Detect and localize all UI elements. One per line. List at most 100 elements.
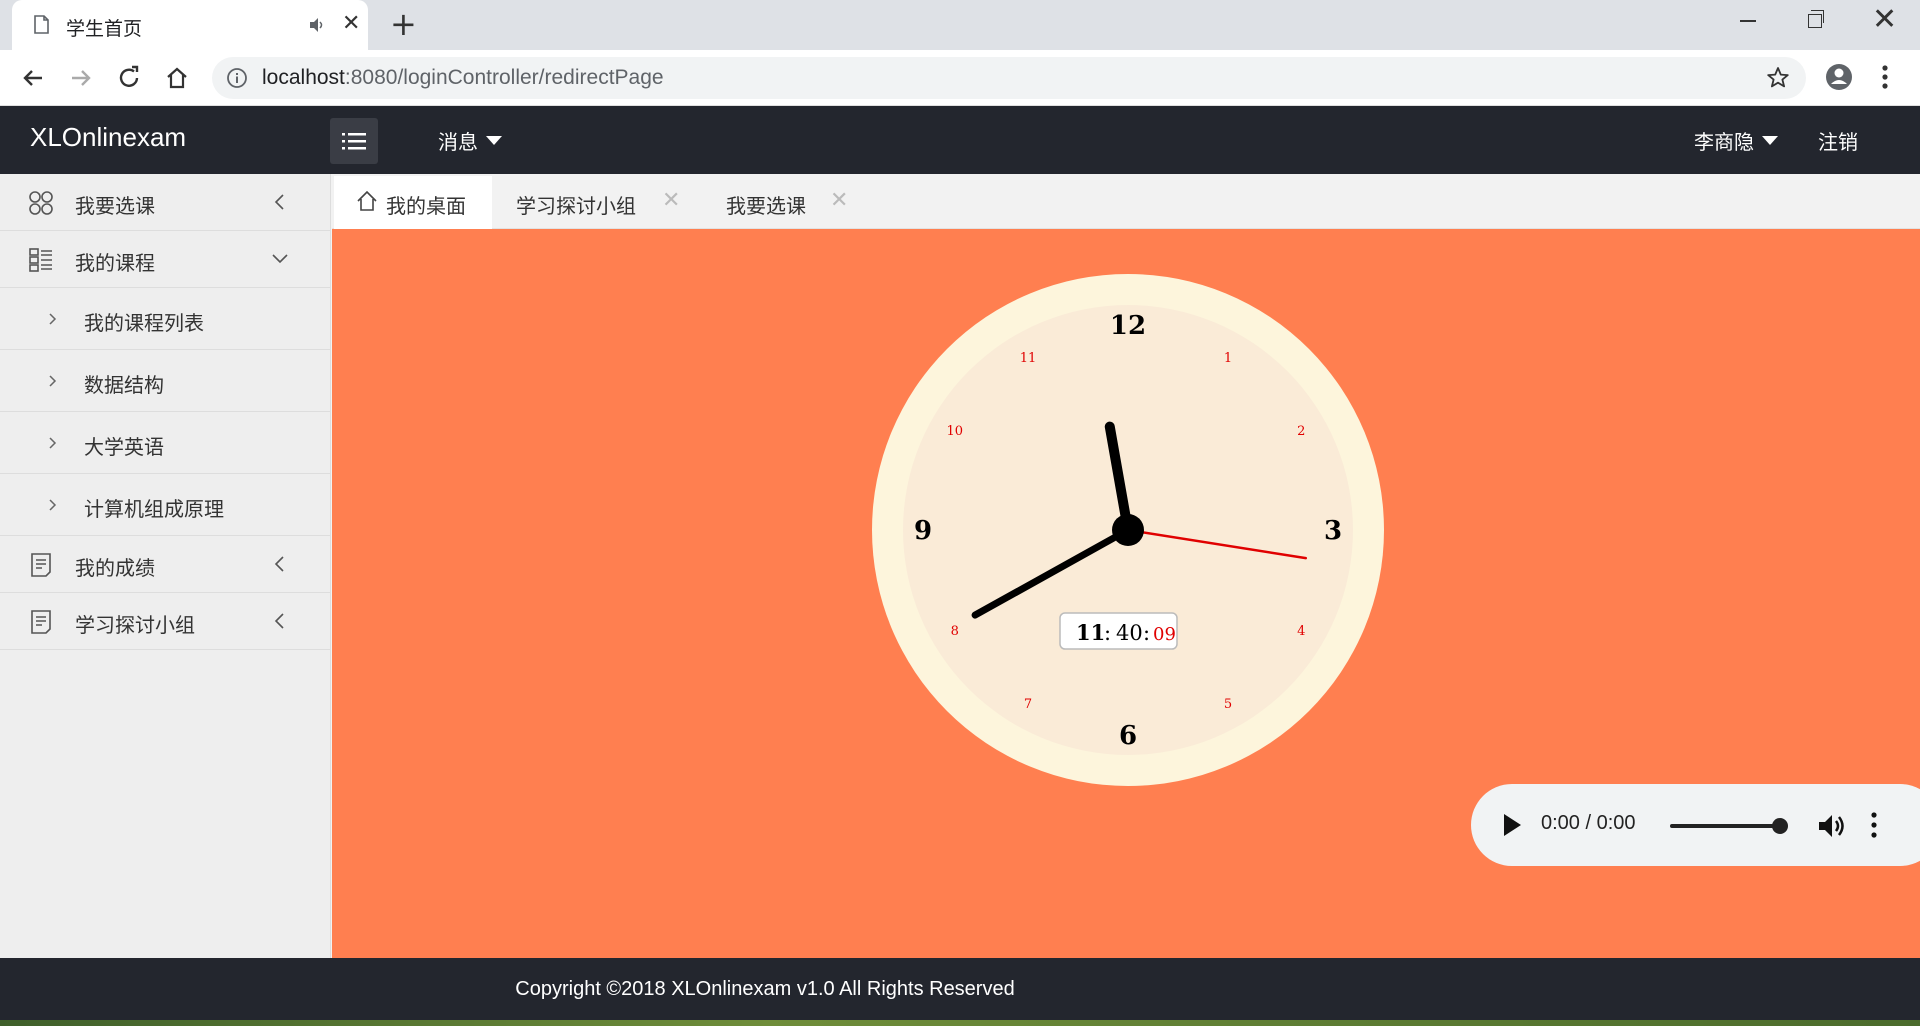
- chevron-right-icon: [49, 313, 57, 325]
- sidebar-subitem-college-english[interactable]: 大学英语: [0, 412, 330, 474]
- clock-number-11: 11: [1020, 351, 1037, 366]
- clock-number-4: 4: [1297, 624, 1305, 639]
- window-close-icon[interactable]: ✕: [1872, 4, 1897, 36]
- reload-icon[interactable]: [114, 63, 144, 93]
- app-logo: XLOnlinexam: [30, 122, 187, 152]
- chevron-right-icon: [49, 375, 57, 387]
- document-icon: [31, 553, 51, 577]
- volume-icon[interactable]: [1817, 812, 1847, 840]
- sidebar-subitem-computer-organization[interactable]: 计算机组成原理: [0, 474, 330, 536]
- digital-readout: 11 : 40 : 09: [1059, 612, 1178, 650]
- tab-title: 学生首页: [66, 18, 143, 40]
- digital-seconds: 09: [1153, 624, 1176, 645]
- app-header: XLOnlinexam 消息 李商隐 注销: [0, 106, 1920, 174]
- caret-down-icon: [1762, 136, 1778, 145]
- sidebar-item-study-group[interactable]: 学习探讨小组: [0, 593, 330, 650]
- caret-down-icon: [486, 136, 502, 145]
- browser-toolbar: localhost:8080/loginController/redirectP…: [0, 50, 1920, 106]
- sidebar-item-my-courses[interactable]: 我的课程: [0, 231, 330, 288]
- audio-player[interactable]: 0:00 / 0:00: [1471, 784, 1920, 866]
- hamburger-icon: [342, 133, 366, 150]
- sidebar-item-label: 学习探讨小组: [75, 613, 195, 637]
- tab-study-group[interactable]: 学习探讨小组 ✕: [516, 176, 696, 229]
- home-icon[interactable]: [162, 63, 192, 93]
- tab-close-icon[interactable]: ✕: [830, 188, 848, 213]
- chevron-left-icon: [274, 613, 284, 629]
- clock-number-12: 12: [1110, 311, 1146, 341]
- url-text[interactable]: localhost:8080/loginController/redirectP…: [262, 66, 664, 90]
- sidebar-subitem-data-structures[interactable]: 数据结构: [0, 350, 330, 412]
- chevron-down-icon: [272, 254, 288, 264]
- copyright-text: Copyright ©2018 XLOnlinexam v1.0 All Rig…: [515, 978, 1015, 1000]
- logout-link[interactable]: 注销: [1818, 126, 1858, 155]
- sidebar-item-my-grades[interactable]: 我的成绩: [0, 536, 330, 593]
- info-icon[interactable]: [226, 67, 248, 89]
- chevron-right-icon: [49, 499, 57, 511]
- tab-label: 我的桌面: [386, 194, 466, 218]
- speaker-icon[interactable]: [308, 16, 326, 34]
- chevron-left-icon: [274, 556, 284, 572]
- content-tabs-bar: 我的桌面 学习探讨小组 ✕ 我要选课 ✕: [332, 174, 1920, 229]
- audio-time: 0:00 / 0:00: [1541, 812, 1636, 834]
- restore-icon[interactable]: [1808, 10, 1824, 28]
- document-icon: [31, 610, 51, 634]
- more-options-icon[interactable]: [1871, 812, 1877, 838]
- digital-minutes: 40: [1116, 621, 1143, 645]
- sidebar-item-label: 我的成绩: [75, 556, 155, 580]
- tab-close-icon[interactable]: ✕: [342, 12, 360, 36]
- browser-tab[interactable]: 学生首页 ✕: [12, 0, 368, 50]
- messages-menu[interactable]: 消息: [438, 126, 502, 155]
- sidebar-subitem-course-list[interactable]: 我的课程列表: [0, 288, 330, 350]
- analog-clock: 123691245781011 11 : 40 : 09: [872, 274, 1384, 786]
- digital-sep: :: [1104, 621, 1111, 645]
- clock-center-pin: [1112, 514, 1144, 546]
- chevron-right-icon: [49, 437, 57, 449]
- minimize-icon[interactable]: [1740, 20, 1756, 22]
- clock-number-6: 6: [1119, 721, 1137, 751]
- sidebar-subitem-label: 数据结构: [84, 373, 164, 397]
- bookmark-star-icon[interactable]: [1765, 65, 1791, 91]
- sidebar-item-course-select[interactable]: 我要选课: [0, 174, 330, 231]
- sidebar-subitem-label: 我的课程列表: [84, 311, 204, 335]
- clock-number-9: 9: [914, 516, 932, 546]
- user-menu[interactable]: 李商隐: [1694, 126, 1778, 155]
- clock-number-3: 3: [1324, 516, 1342, 546]
- clock-number-7: 7: [1024, 697, 1032, 712]
- new-tab-icon[interactable]: +: [390, 8, 417, 40]
- menu-toggle-button[interactable]: [330, 118, 378, 164]
- list-icon: [29, 248, 52, 272]
- clock-number-8: 8: [951, 624, 959, 639]
- clock-number-2: 2: [1297, 424, 1305, 439]
- clock-number-10: 10: [947, 424, 964, 439]
- volume-slider-thumb[interactable]: [1772, 818, 1788, 834]
- desktop-panel: 12 3 6 9 1 2 4 5 7 8 10 11 11 : 40 : 09 0:00 / 0:00: [332, 229, 1920, 958]
- chevron-left-icon: [274, 194, 284, 210]
- tab-course-select[interactable]: 我要选课 ✕: [726, 176, 866, 229]
- sidebar-subitem-label: 计算机组成原理: [84, 497, 224, 521]
- tab-desktop[interactable]: 我的桌面: [334, 176, 492, 229]
- volume-slider[interactable]: [1670, 824, 1780, 828]
- browser-tabstrip: 学生首页 ✕ + ✕: [0, 0, 1920, 50]
- tab-label: 我要选课: [726, 194, 806, 218]
- forward-icon[interactable]: [66, 63, 96, 93]
- sidebar: 我要选课 我的课程 我的课程列表 数据结构 大学英语 计算机组成原理 我的成绩 …: [0, 174, 331, 958]
- sidebar-subitem-label: 大学英语: [84, 435, 164, 459]
- play-icon[interactable]: [1501, 812, 1523, 838]
- footer: Copyright ©2018 XLOnlinexam v1.0 All Rig…: [0, 958, 1920, 1020]
- digital-sep: :: [1143, 621, 1150, 645]
- browser-menu-icon[interactable]: [1880, 62, 1890, 92]
- tab-label: 学习探讨小组: [516, 194, 636, 218]
- clock-number-1: 1: [1224, 351, 1232, 366]
- profile-icon[interactable]: [1824, 62, 1854, 92]
- desktop-strip: [0, 1020, 1920, 1026]
- address-bar[interactable]: localhost:8080/loginController/redirectP…: [212, 57, 1806, 99]
- home-icon: [357, 190, 377, 211]
- clock-number-5: 5: [1224, 697, 1232, 712]
- tab-close-icon[interactable]: ✕: [662, 188, 680, 213]
- page-icon: [34, 15, 49, 34]
- digital-hours: 11: [1076, 620, 1105, 645]
- grid-icon: [29, 191, 53, 215]
- back-icon[interactable]: [18, 63, 48, 93]
- sidebar-item-label: 我的课程: [75, 251, 155, 275]
- sidebar-item-label: 我要选课: [75, 194, 155, 218]
